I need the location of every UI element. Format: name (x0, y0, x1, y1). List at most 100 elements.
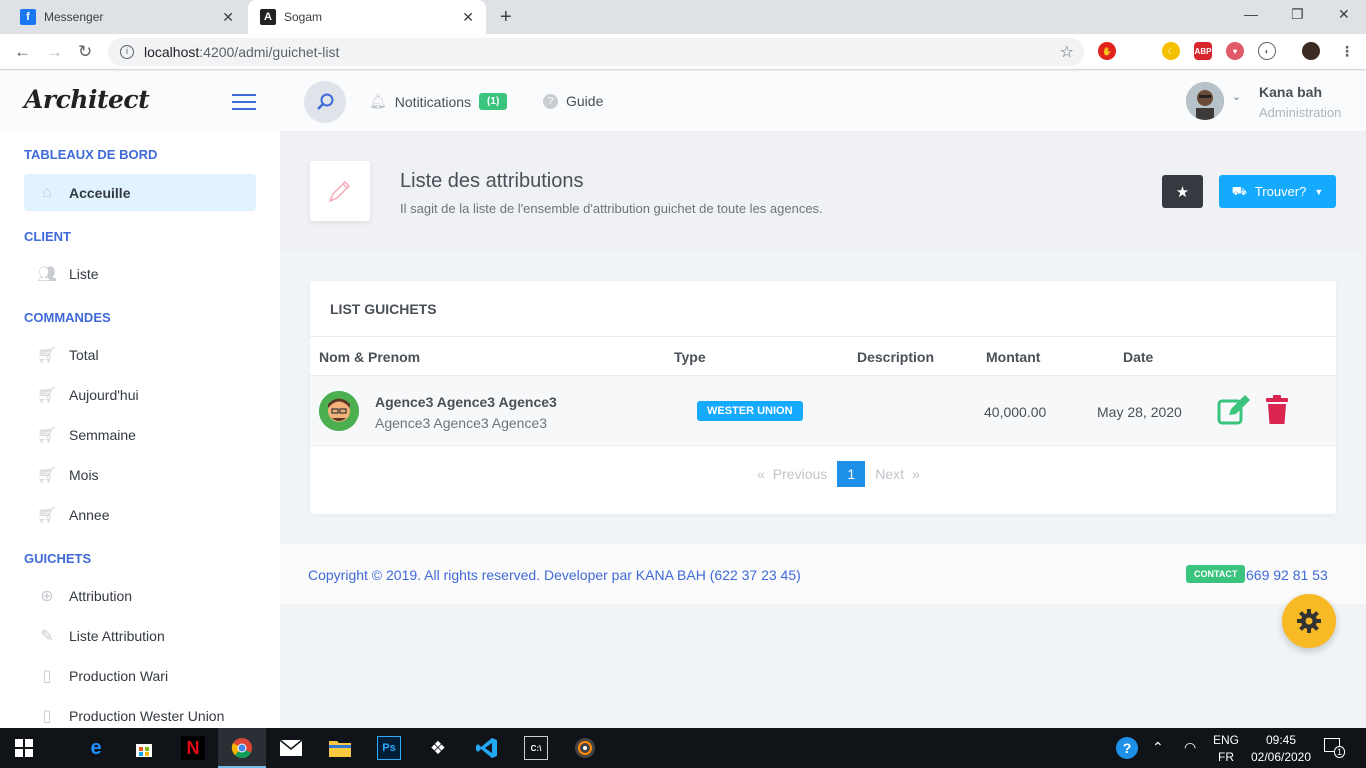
photoshop-icon[interactable]: Ps (377, 736, 401, 760)
guide-link[interactable]: ? Guide (543, 93, 603, 109)
sidebar-item-label: Semmaine (69, 427, 136, 443)
next-arrow[interactable]: » (912, 466, 920, 482)
trash-icon (1266, 395, 1288, 424)
sidebar-item-aujourdhui[interactable]: 🛒︎ Aujourd'hui (0, 375, 280, 415)
sidebar-item-attribution[interactable]: ⊕ Attribution (0, 576, 280, 616)
tab-messenger[interactable]: f Messenger ✕ (8, 0, 246, 34)
adblock-icon[interactable]: ABP (1194, 42, 1212, 60)
bottle-icon: ▯ (42, 708, 52, 725)
url-input[interactable]: i localhost:4200/admi/guichet-list ☆ (108, 38, 1084, 66)
notifications-link[interactable]: 🔔︎ Notitications (1) (369, 93, 508, 110)
language-indicator[interactable]: ENG FR (1213, 733, 1239, 764)
app-header: Architect 🔔︎ Notitications (1) ? Guide ⌄… (0, 71, 1366, 131)
page-1-button[interactable]: 1 (837, 461, 866, 487)
terminal-icon[interactable]: C:\ (524, 736, 548, 760)
chevron-down-icon[interactable]: ⌄ (1232, 90, 1241, 103)
sidebar-item-annee[interactable]: 🛒︎ Annee (0, 495, 280, 535)
sidebar-item-label: Aujourd'hui (69, 387, 139, 403)
cart-icon: 🛒︎ (36, 507, 58, 524)
settings-button[interactable] (1282, 594, 1336, 648)
sidebar-item-acceuille[interactable]: ⌂ Acceuille (24, 174, 256, 211)
sidebar-item-production-wester-union[interactable]: ▯ Production Wester Union (0, 696, 280, 728)
edge-icon[interactable]: e (84, 736, 108, 760)
maximize-icon[interactable]: ❐ (1291, 6, 1304, 23)
prev-link[interactable]: Previous (773, 466, 827, 482)
sidebar-item-liste-attribution[interactable]: ✎ Liste Attribution (0, 616, 280, 656)
file-explorer-icon[interactable] (328, 736, 352, 760)
tab-sogam[interactable]: A Sogam ✕ (248, 0, 486, 34)
delete-button[interactable] (1265, 395, 1289, 428)
notifications-label: Notitications (394, 93, 472, 110)
column-header: Montant (986, 349, 1041, 365)
find-dropdown-button[interactable]: ⛟ Trouver? ▼ (1219, 175, 1336, 208)
favorite-button[interactable]: ★ (1162, 175, 1203, 208)
forward-icon[interactable]: → (46, 42, 63, 62)
store-icon[interactable] (132, 736, 156, 760)
action-center-icon[interactable]: 1 (1324, 738, 1346, 758)
menu-kebab-icon[interactable]: ⋮ (1338, 42, 1356, 60)
avatar (319, 391, 359, 431)
help-tray-icon[interactable]: ? (1116, 737, 1138, 759)
user-name: Kana bah (1259, 84, 1323, 100)
sidebar-item-label: Liste (69, 266, 99, 282)
sidebar-item-label: Acceuille (69, 184, 131, 201)
sidebar-item-liste[interactable]: 👥︎ Liste (0, 254, 280, 294)
vscode-icon[interactable] (475, 736, 499, 760)
close-window-icon[interactable]: ✕ (1338, 6, 1350, 23)
cart-icon: 🛒︎ (36, 427, 58, 444)
cart-icon: 🛒︎ (36, 387, 58, 404)
media-player-icon[interactable] (573, 736, 597, 760)
search-button[interactable] (304, 81, 346, 123)
windows-taskbar: e N Ps ❖ C:\ ? ⌃ ◠ ENG FR 09:45 02/06/20… (0, 728, 1366, 768)
close-tab-icon[interactable]: ✕ (462, 9, 474, 26)
back-icon[interactable]: ← (14, 42, 31, 62)
user-role: Administration (1259, 105, 1342, 120)
bell-icon: 🔔︎ (369, 93, 387, 109)
clock[interactable]: 09:45 02/06/2020 (1249, 733, 1313, 764)
gear-icon (1297, 609, 1321, 633)
pocket-icon[interactable]: ♥ (1226, 42, 1244, 60)
sidebar-item-label: Total (69, 347, 99, 363)
notifications-badge: (1) (479, 93, 508, 110)
column-header: Date (1123, 349, 1154, 365)
chrome-icon[interactable] (230, 736, 254, 760)
pen-icon: ✎ (40, 628, 54, 645)
page-title: Liste des attributions (400, 170, 584, 192)
sidebar-section-title: TABLEAUX DE BORD (24, 147, 158, 162)
sidebar-section-title: COMMANDES (24, 310, 111, 325)
mail-icon[interactable] (279, 736, 303, 760)
close-tab-icon[interactable]: ✕ (222, 9, 234, 26)
sidebar-item-label: Liste Attribution (69, 628, 165, 644)
windows-start-icon[interactable] (12, 736, 36, 760)
netflix-icon[interactable]: N (181, 736, 205, 760)
bookmark-star-icon[interactable]: ☆ (1060, 42, 1074, 62)
sidebar-item-production-wari[interactable]: ▯ Production Wari (0, 656, 280, 696)
sidebar-item-label: Production Wari (69, 668, 169, 684)
clock-date: 02/06/2020 (1250, 750, 1312, 764)
dropbox-icon[interactable]: ❖ (426, 736, 450, 760)
reload-icon[interactable]: ↻ (78, 42, 92, 62)
hamburger-menu-icon[interactable] (232, 94, 256, 115)
sidebar-item-semmaine[interactable]: 🛒︎ Semmaine (0, 415, 280, 455)
next-link[interactable]: Next (875, 466, 904, 482)
info-icon[interactable]: i (120, 45, 134, 59)
sidebar-item-total[interactable]: 🛒︎ Total (0, 335, 280, 375)
minimize-icon[interactable]: — (1244, 6, 1258, 22)
sidebar-item-mois[interactable]: 🛒︎ Mois (0, 455, 280, 495)
new-tab-icon[interactable]: + (500, 6, 512, 29)
profile-avatar-icon[interactable] (1302, 42, 1320, 60)
contact-phone[interactable]: 669 92 81 53 (1246, 567, 1328, 583)
user-avatar[interactable] (1186, 82, 1224, 120)
prev-arrow[interactable]: « (757, 466, 765, 482)
stop-extension-icon[interactable]: ✋ (1098, 42, 1116, 60)
guichets-card: LIST GUICHETS Nom & Prenom Type Descript… (310, 281, 1336, 514)
table-row: Agence3 Agence3 Agence3 Agence3 Agence3 … (310, 375, 1336, 446)
wifi-icon[interactable]: ◠ (1184, 739, 1196, 756)
extension-icon[interactable]: ◐ (1258, 42, 1276, 60)
tab-title: Messenger (44, 10, 104, 24)
type-badge: WESTER UNION (697, 401, 803, 421)
show-hidden-icons-icon[interactable]: ⌃ (1152, 739, 1164, 756)
edit-button[interactable] (1217, 395, 1251, 428)
star-icon: ★ (1175, 183, 1190, 201)
moon-extension-icon[interactable]: ☾ (1162, 42, 1180, 60)
